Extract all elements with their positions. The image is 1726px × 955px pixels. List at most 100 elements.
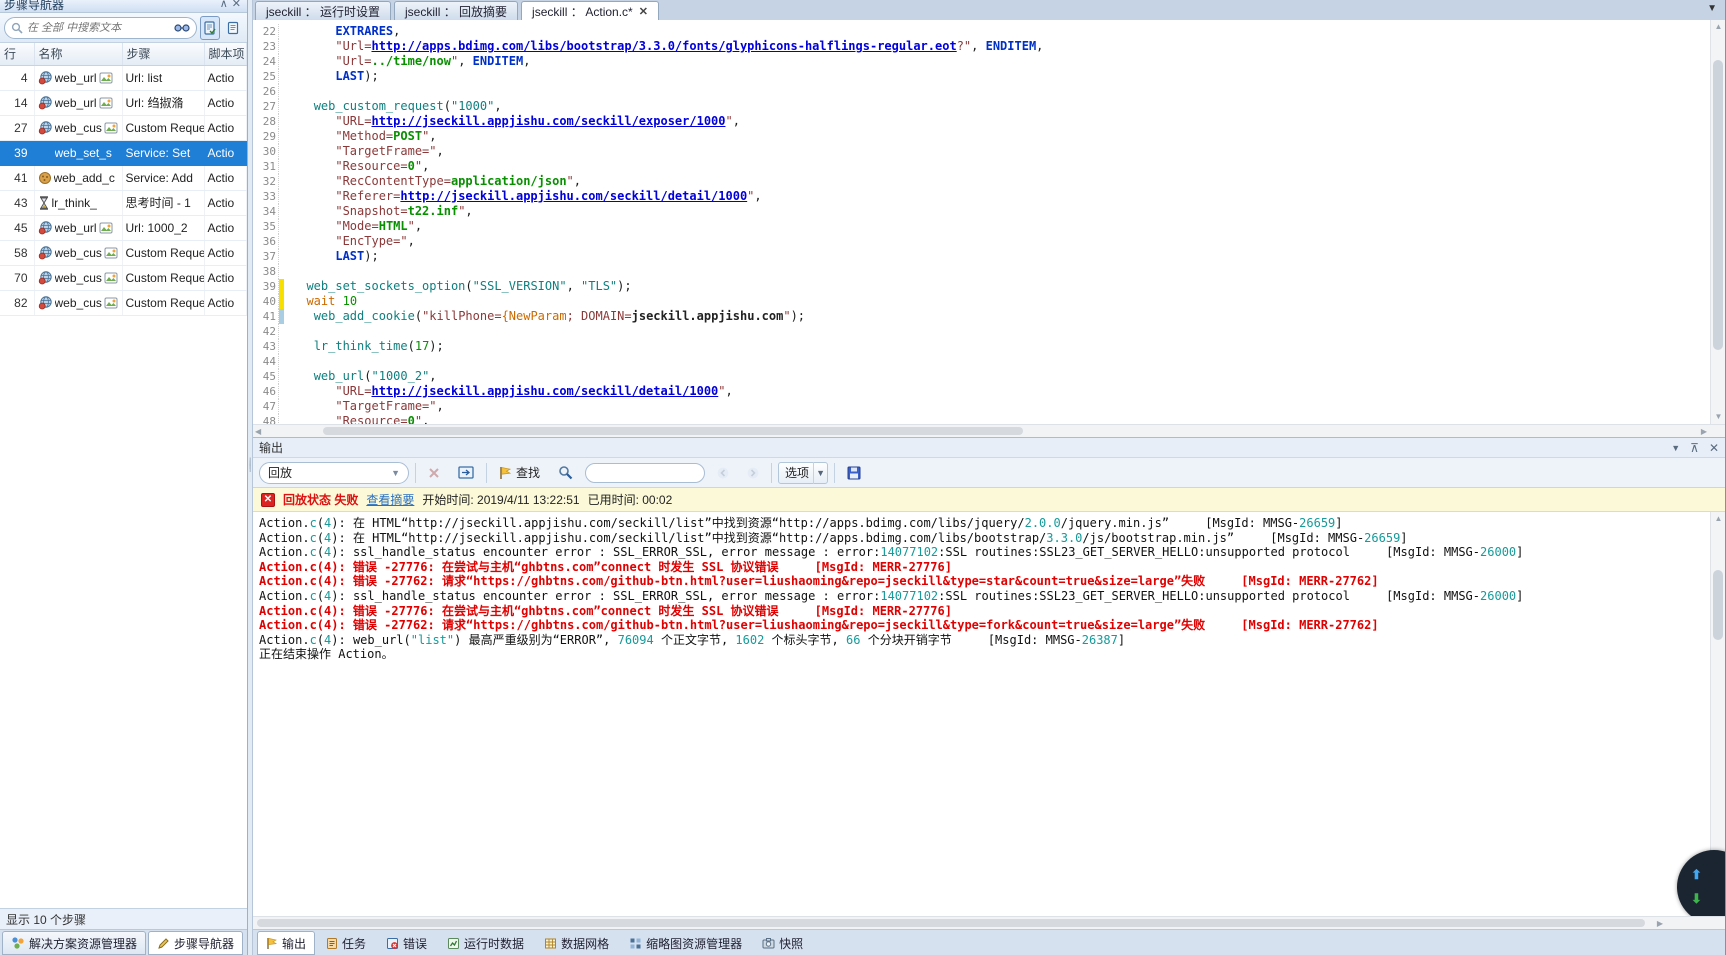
- log-line[interactable]: Action.c(4): 在 HTML“http://jseckill.appj…: [259, 531, 1710, 546]
- output-mode-select[interactable]: 回放 ▼: [259, 461, 409, 484]
- clear-output-button[interactable]: [422, 462, 446, 484]
- bottom-tab-0[interactable]: 输出: [257, 931, 316, 955]
- code-line[interactable]: 38: [253, 264, 1710, 279]
- close-icon[interactable]: ✕: [1709, 441, 1719, 455]
- bottom-tab-3[interactable]: 运行时数据: [438, 931, 533, 955]
- editor-horizontal-scrollbar[interactable]: ◀ ▶: [253, 424, 1725, 437]
- editor-vertical-scrollbar[interactable]: ▲ ▼: [1710, 20, 1725, 424]
- scroll-left-icon[interactable]: ◀: [255, 425, 261, 438]
- code-line[interactable]: 34 "Snapshot=t22.inf",: [253, 204, 1710, 219]
- document-tab-1[interactable]: jseckill ： 回放摘要: [394, 1, 519, 20]
- chevron-down-icon[interactable]: ▼: [813, 461, 827, 484]
- table-row[interactable]: 58 web_cus Custom Reque Actio: [0, 240, 247, 266]
- code-line[interactable]: 32 "RecContentType=application/json",: [253, 174, 1710, 189]
- log-line[interactable]: Action.c(4): ssl_handle_status encounter…: [259, 589, 1710, 604]
- scroll-down-icon[interactable]: ▼: [1711, 410, 1725, 424]
- pin-icon[interactable]: ⊼: [220, 0, 232, 10]
- code-line[interactable]: 29 "Method=POST",: [253, 129, 1710, 144]
- table-row[interactable]: 70 web_cus Custom Reque Actio: [0, 265, 247, 291]
- scroll-right-icon[interactable]: ▶: [1657, 917, 1663, 930]
- log-line-error[interactable]: Action.c(4): 错误 -27776: 在尝试与主机“ghbtns.co…: [259, 560, 1710, 575]
- table-row[interactable]: 45 web_url Url: 1000_2 Actio: [0, 215, 247, 241]
- filter-toggle-snapshots[interactable]: [200, 15, 220, 40]
- bottom-tab-2[interactable]: 错误: [377, 931, 436, 955]
- log-line[interactable]: Action.c(4): ssl_handle_status encounter…: [259, 545, 1710, 560]
- chevron-down-icon[interactable]: ▼: [1671, 443, 1680, 453]
- table-row[interactable]: 41 web_add_c Service: Add Actio: [0, 165, 247, 191]
- code-line[interactable]: 45 web_url("1000_2",: [253, 369, 1710, 384]
- column-header-1[interactable]: 名称: [34, 43, 123, 66]
- code-line[interactable]: 39 web_set_sockets_option("SSL_VERSION",…: [253, 279, 1710, 294]
- table-row[interactable]: 82 web_cus Custom Reque Actio: [0, 290, 247, 316]
- code-line[interactable]: 26: [253, 84, 1710, 99]
- table-row[interactable]: 4 web_url Url: list Actio: [0, 65, 247, 91]
- search-button[interactable]: [552, 462, 579, 484]
- pin-icon[interactable]: ⊼: [1690, 441, 1699, 455]
- table-row[interactable]: 43 lr_think_ 思考时间 - 1 Actio: [0, 190, 247, 216]
- log-line-error[interactable]: Action.c(4): 错误 -27762: 请求“https://ghbtn…: [259, 618, 1710, 633]
- code-line[interactable]: 37 LAST);: [253, 249, 1710, 264]
- output-log-area[interactable]: Action.c(4): 在 HTML“http://jseckill.appj…: [253, 512, 1725, 916]
- output-search-input[interactable]: [585, 462, 706, 483]
- code-line[interactable]: 28 "URL=http://jseckill.appjishu.com/sec…: [253, 114, 1710, 129]
- editor-vscroll-thumb[interactable]: [1713, 60, 1723, 350]
- bottom-tab-4[interactable]: 数据网格: [535, 931, 618, 955]
- code-line[interactable]: 27 web_custom_request("1000",: [253, 99, 1710, 114]
- code-line[interactable]: 36 "EncType=",: [253, 234, 1710, 249]
- code-line[interactable]: 35 "Mode=HTML",: [253, 219, 1710, 234]
- column-header-2[interactable]: 步骤: [122, 43, 205, 66]
- previous-result-button[interactable]: [711, 462, 735, 484]
- log-line[interactable]: Action.c(4): web_url("list") 最高严重级别为“ERR…: [259, 633, 1710, 648]
- close-icon[interactable]: ✕: [232, 0, 245, 10]
- bottom-tab-6[interactable]: 快照: [753, 931, 812, 955]
- scroll-up-icon[interactable]: ▲: [1711, 512, 1725, 526]
- glasses-icon[interactable]: [174, 23, 190, 33]
- goto-source-button[interactable]: [452, 462, 480, 484]
- next-result-button[interactable]: [741, 462, 765, 484]
- document-tab-0[interactable]: jseckill ： 运行时设置: [255, 1, 392, 20]
- code-line[interactable]: 41 web_add_cookie("killPhone={NewParam; …: [253, 309, 1710, 324]
- code-line[interactable]: 44: [253, 354, 1710, 369]
- code-line[interactable]: 42: [253, 324, 1710, 339]
- log-line[interactable]: 正在结束操作 Action。: [259, 647, 1710, 662]
- save-log-button[interactable]: [841, 462, 867, 484]
- bottom-tab-1[interactable]: 任务: [317, 931, 375, 955]
- code-line[interactable]: 24 "Url=../time/now", ENDITEM,: [253, 54, 1710, 69]
- code-line[interactable]: 43 lr_think_time(17);: [253, 339, 1710, 354]
- table-row[interactable]: 27 web_cus Custom Reque Actio: [0, 115, 247, 141]
- code-line[interactable]: 46 "URL=http://jseckill.appjishu.com/sec…: [253, 384, 1710, 399]
- sidebar-tab-0[interactable]: 解决方案资源管理器: [2, 931, 147, 955]
- code-line[interactable]: 33 "Referer=http://jseckill.appjishu.com…: [253, 189, 1710, 204]
- document-tab-2[interactable]: jseckill ： Action.c* ✕: [521, 1, 659, 20]
- find-button[interactable]: 查找: [493, 462, 546, 484]
- jump-up-icon[interactable]: ⬆: [1691, 867, 1702, 883]
- options-button[interactable]: 选项 ▼: [778, 461, 829, 484]
- log-vscroll-thumb[interactable]: [1713, 570, 1723, 640]
- code-line[interactable]: 22 EXTRARES,: [253, 24, 1710, 39]
- scroll-up-icon[interactable]: ▲: [1711, 20, 1725, 34]
- column-header-3[interactable]: 脚本项: [204, 43, 247, 66]
- jump-down-icon[interactable]: ⬇: [1691, 891, 1702, 907]
- table-row[interactable]: 39 web_set_s Service: Set Actio: [0, 140, 247, 166]
- filter-toggle-list[interactable]: [223, 16, 243, 40]
- sidebar-tab-1[interactable]: 步骤导航器: [148, 931, 244, 955]
- close-icon[interactable]: ✕: [639, 5, 648, 18]
- log-hscroll-thumb[interactable]: [257, 919, 1645, 927]
- view-summary-link[interactable]: 查看摘要: [366, 491, 414, 508]
- code-line[interactable]: 25 LAST);: [253, 69, 1710, 84]
- step-search-input[interactable]: [27, 21, 170, 34]
- column-header-0[interactable]: 行: [0, 43, 35, 66]
- scroll-right-icon[interactable]: ▶: [1701, 425, 1707, 438]
- code-line[interactable]: 40 wait 10: [253, 294, 1710, 309]
- code-line[interactable]: 48 "Resource=0",: [253, 414, 1710, 424]
- log-line-error[interactable]: Action.c(4): 错误 -27776: 在尝试与主机“ghbtns.co…: [259, 604, 1710, 619]
- table-row[interactable]: 14 web_url Url: 绉掓潃 Actio: [0, 90, 247, 116]
- chevron-down-icon[interactable]: ▼: [1707, 3, 1717, 14]
- code-line[interactable]: 30 "TargetFrame=",: [253, 144, 1710, 159]
- log-horizontal-scrollbar[interactable]: ▶: [253, 916, 1725, 929]
- code-line[interactable]: 23 "Url=http://apps.bdimg.com/libs/boots…: [253, 39, 1710, 54]
- code-line[interactable]: 31 "Resource=0",: [253, 159, 1710, 174]
- bottom-tab-5[interactable]: 缩略图资源管理器: [620, 931, 751, 955]
- editor-hscroll-thumb[interactable]: [323, 427, 1023, 435]
- step-search-box[interactable]: [4, 16, 197, 39]
